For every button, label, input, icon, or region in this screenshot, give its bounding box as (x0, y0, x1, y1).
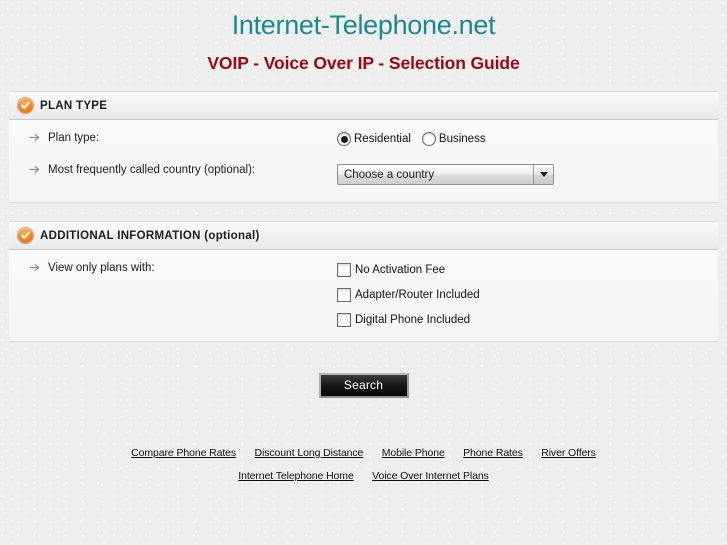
section-plan-type-header: PLAN TYPE (9, 92, 718, 120)
radio-option-business[interactable]: Business (421, 132, 486, 146)
filters-label: View only plans with: (48, 262, 155, 274)
country-label: Most frequently called country (optional… (48, 164, 256, 176)
radio-dot-residential[interactable] (337, 132, 351, 146)
footer-link-voice-over-internet-plans[interactable]: Voice Over Internet Plans (372, 470, 489, 482)
footer: Compare Phone Rates Discount Long Distan… (0, 398, 727, 487)
page-subtitle: VOIP - Voice Over IP - Selection Guide (207, 53, 520, 73)
filters-label-wrap: View only plans with: (29, 262, 337, 274)
checkbox-label-adapter-router-included: Adapter/Router Included (355, 289, 480, 301)
filters-checkbox-list: No Activation Fee Adapter/Router Include… (337, 262, 718, 327)
footer-link-internet-telephone-home[interactable]: Internet Telephone Home (238, 470, 354, 482)
search-area: Search (0, 342, 727, 398)
plan-type-label-wrap: Plan type: (29, 132, 337, 144)
section-plan-type: PLAN TYPE Plan type: Residential Busines… (9, 91, 718, 203)
arrow-right-icon (29, 263, 40, 275)
form-row-filters: View only plans with: No Activation Fee … (9, 262, 718, 327)
checkbox-option-no-activation-fee[interactable]: No Activation Fee (337, 263, 718, 277)
footer-link-compare-phone-rates[interactable]: Compare Phone Rates (131, 447, 236, 459)
plan-type-control: Residential Business (337, 132, 718, 146)
radio-label-residential: Residential (354, 133, 411, 145)
radio-label-business: Business (438, 133, 486, 145)
footer-link-mobile-phone[interactable]: Mobile Phone (382, 447, 445, 459)
country-control: Choose a country (337, 164, 718, 185)
checkbox-box-no-activation-fee[interactable] (337, 263, 351, 277)
section-plan-type-body: Plan type: Residential Business Most fre… (9, 120, 718, 202)
checkbox-box-digital-phone-included[interactable] (337, 313, 351, 327)
footer-link-river-offers[interactable]: River Offers (541, 447, 596, 459)
plan-type-radio-group: Residential Business (337, 132, 718, 146)
country-select-value: Choose a country (344, 168, 435, 181)
footer-link-discount-long-distance[interactable]: Discount Long Distance (255, 447, 364, 459)
arrow-right-icon (29, 133, 40, 145)
orange-check-badge-icon (18, 98, 33, 113)
orange-check-badge-icon (18, 228, 33, 243)
footer-row-primary: Compare Phone Rates Discount Long Distan… (0, 441, 727, 464)
section-plan-type-title: PLAN TYPE (40, 99, 108, 112)
section-additional-information-body: View only plans with: No Activation Fee … (9, 250, 718, 341)
checkbox-option-adapter-router-included[interactable]: Adapter/Router Included (337, 288, 718, 302)
chevron-down-glyph (539, 172, 548, 177)
chevron-down-icon[interactable] (533, 165, 553, 184)
checkbox-option-digital-phone-included[interactable]: Digital Phone Included (337, 313, 718, 327)
country-label-wrap: Most frequently called country (optional… (29, 164, 337, 176)
checkbox-label-no-activation-fee: No Activation Fee (355, 264, 446, 276)
footer-row-secondary: Internet Telephone Home Voice Over Inter… (0, 464, 727, 487)
filters-control: No Activation Fee Adapter/Router Include… (337, 262, 718, 327)
country-select[interactable]: Choose a country (337, 164, 554, 185)
radio-option-residential[interactable]: Residential (337, 132, 411, 146)
section-additional-information-title: ADDITIONAL INFORMATION (optional) (40, 229, 260, 242)
radio-dot-business[interactable] (421, 132, 436, 146)
footer-link-phone-rates[interactable]: Phone Rates (463, 447, 523, 459)
form-row-plan-type: Plan type: Residential Business (9, 132, 718, 156)
arrow-right-icon (29, 165, 40, 177)
plan-type-label: Plan type: (48, 132, 100, 144)
form-row-country: Most frequently called country (optional… (9, 164, 718, 188)
section-additional-information-header: ADDITIONAL INFORMATION (optional) (9, 222, 718, 250)
checkbox-label-digital-phone-included: Digital Phone Included (355, 314, 471, 326)
site-title: Internet-Telephone.net (231, 10, 496, 40)
section-additional-information: ADDITIONAL INFORMATION (optional) View o… (9, 221, 718, 342)
search-button[interactable]: Search (318, 373, 409, 398)
checkbox-box-adapter-router-included[interactable] (337, 288, 351, 302)
